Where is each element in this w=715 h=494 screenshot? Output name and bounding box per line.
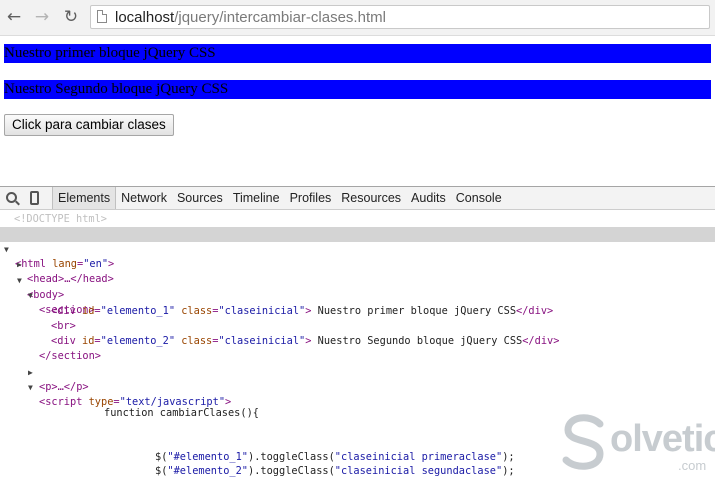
- dom-line-head[interactable]: ▶ <head>…</head>: [0, 242, 715, 285]
- dom-line-div1[interactable]: <div id="elemento_1" class="claseinicial…: [0, 289, 715, 317]
- tab-resources[interactable]: Resources: [336, 187, 406, 209]
- reload-icon[interactable]: ↻: [60, 6, 82, 28]
- watermark-suffix: .com: [678, 458, 707, 473]
- dom-line-body[interactable]: ▼ <body>: [0, 258, 715, 301]
- dom-line-div2[interactable]: <div id="elemento_2" class="claseinicial…: [0, 319, 715, 347]
- dom-line-script[interactable]: ▼ <script type="text/javascript">: [0, 365, 715, 408]
- tab-elements[interactable]: Elements: [52, 187, 117, 209]
- tab-console[interactable]: Console: [451, 187, 507, 209]
- url-text[interactable]: localhost/jquery/intercambiar-clases.htm…: [115, 9, 386, 26]
- back-arrow-icon[interactable]: ←: [3, 6, 25, 28]
- watermark-name: olvetic: [610, 418, 715, 460]
- cambiar-clases-button[interactable]: Click para cambiar clases: [4, 114, 174, 136]
- solvetic-s-icon: [562, 414, 604, 470]
- device-mode-icon[interactable]: [30, 191, 39, 205]
- forward-arrow-icon[interactable]: →: [31, 6, 53, 28]
- tab-audits[interactable]: Audits: [406, 187, 451, 209]
- dom-line-br[interactable]: <br>: [0, 304, 715, 332]
- function-text: function cambiarClases(){: [104, 407, 259, 419]
- tab-timeline[interactable]: Timeline: [228, 187, 285, 209]
- inspect-search-icon[interactable]: [5, 190, 19, 206]
- tab-network[interactable]: Network: [116, 187, 172, 209]
- primer-bloque: Nuestro primer bloque jQuery CSS: [4, 44, 711, 63]
- doctype-text: <!DOCTYPE html>: [14, 213, 107, 225]
- dom-line-html[interactable]: ▼ <html lang="en">: [0, 227, 715, 270]
- url-host: localhost: [115, 9, 175, 26]
- page-icon: [97, 10, 107, 23]
- browser-toolbar: ← → ↻ localhost/jquery/intercambiar-clas…: [0, 0, 715, 36]
- dom-line-section[interactable]: ▼ <section>: [0, 273, 715, 316]
- segundo-bloque: Nuestro Segundo bloque jQuery CSS: [4, 80, 711, 99]
- devtools-toolbar: Elements Network Sources Timeline Profil…: [0, 186, 715, 210]
- url-path: /jquery/intercambiar-clases.html: [174, 9, 386, 26]
- dom-line-function[interactable]: function cambiarClases(){: [0, 391, 715, 419]
- dom-line-p[interactable]: ▶ <p>…</p>: [0, 350, 715, 393]
- address-bar[interactable]: localhost/jquery/intercambiar-clases.htm…: [90, 5, 710, 29]
- devtools-tabs: Elements Network Sources Timeline Profil…: [52, 187, 507, 209]
- tab-profiles[interactable]: Profiles: [285, 187, 337, 209]
- page-viewport: Nuestro primer bloque jQuery CSS Nuestro…: [0, 36, 715, 186]
- tab-sources[interactable]: Sources: [172, 187, 228, 209]
- dom-line-doctype[interactable]: <!DOCTYPE html>: [0, 212, 715, 227]
- dom-line-section-close[interactable]: </section>: [0, 334, 715, 362]
- solvetic-watermark-logo: olvetic .com: [560, 412, 715, 474]
